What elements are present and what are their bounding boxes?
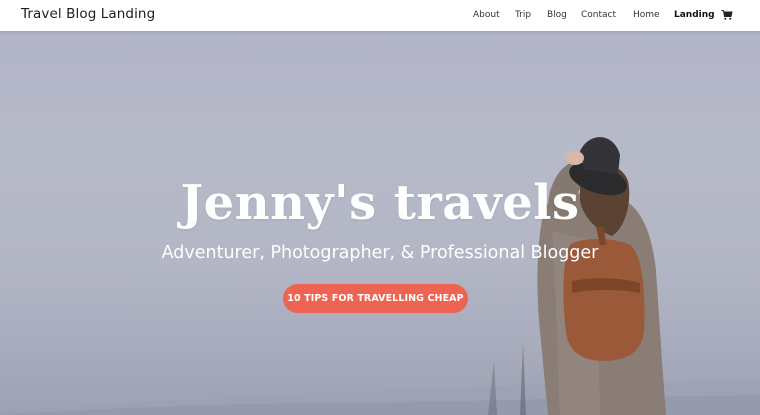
nav-item-contact[interactable]: Contact [581, 9, 616, 21]
travel-tips-cta-button[interactable]: 10 TIPS FOR TRAVELLING CHEAP [283, 284, 468, 313]
nav-item-trip[interactable]: Trip [515, 9, 531, 21]
hero-section: Jenny's travels Adventurer, Photographer… [0, 31, 760, 415]
nav-item-blog[interactable]: Blog [547, 9, 567, 21]
nav-item-about[interactable]: About [473, 9, 500, 21]
hero-title: Jenny's travels [180, 175, 580, 231]
main-nav: About Trip Blog Contact Home Landing [0, 9, 760, 23]
hero-subtitle: Adventurer, Photographer, & Professional… [161, 243, 599, 263]
nav-item-landing[interactable]: Landing [674, 9, 715, 21]
nav-item-home[interactable]: Home [633, 9, 660, 21]
shopping-cart-icon[interactable] [721, 9, 733, 21]
top-header: Travel Blog Landing About Trip Blog Cont… [0, 0, 760, 31]
